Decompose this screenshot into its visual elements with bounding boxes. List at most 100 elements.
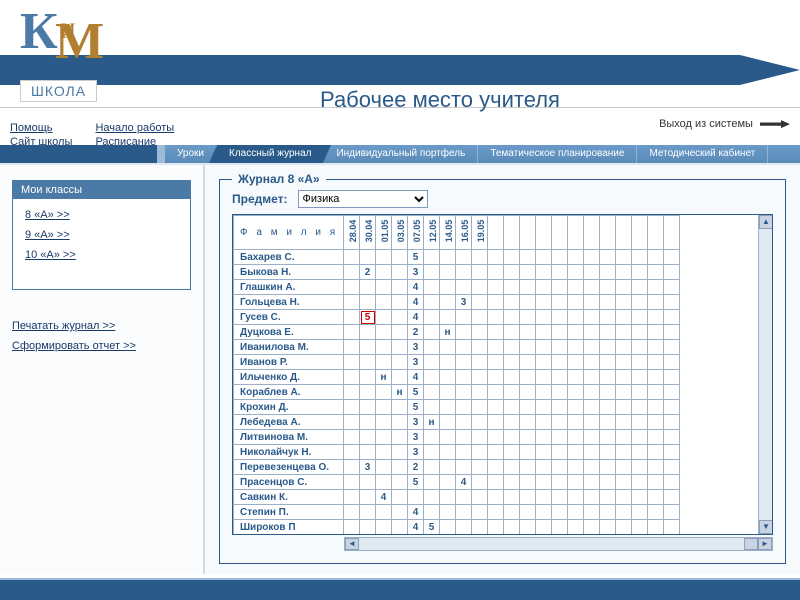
grade-cell[interactable] [536,505,552,520]
grade-cell[interactable] [568,340,584,355]
grade-cell[interactable] [632,340,648,355]
grade-cell[interactable] [632,430,648,445]
grade-cell[interactable] [616,400,632,415]
grade-cell[interactable] [392,400,408,415]
grade-cell[interactable] [664,355,680,370]
grade-cell[interactable]: 3 [408,430,424,445]
grade-cell[interactable] [456,460,472,475]
grade-cell[interactable] [552,385,568,400]
grade-cell[interactable] [456,490,472,505]
grade-cell[interactable] [584,355,600,370]
grade-cell[interactable]: 4 [456,475,472,490]
grade-cell[interactable] [472,340,488,355]
grade-cell[interactable] [648,430,664,445]
grade-cell[interactable] [376,400,392,415]
grade-cell[interactable] [376,460,392,475]
grade-cell[interactable] [472,520,488,535]
grade-cell[interactable] [584,340,600,355]
grade-cell[interactable] [344,415,360,430]
grade-cell[interactable] [664,430,680,445]
grade-cell[interactable] [440,385,456,400]
grade-cell[interactable] [600,520,616,535]
grade-cell[interactable] [488,355,504,370]
grade-cell[interactable]: н [424,415,440,430]
grade-cell[interactable] [456,310,472,325]
grade-cell[interactable] [440,340,456,355]
grade-cell[interactable] [536,265,552,280]
grade-cell[interactable] [504,520,520,535]
grade-cell[interactable] [568,445,584,460]
vertical-scrollbar[interactable]: ▲ ▼ [758,215,772,534]
grade-cell[interactable] [344,325,360,340]
grade-cell[interactable] [632,445,648,460]
grade-cell[interactable] [488,310,504,325]
grade-cell[interactable] [616,520,632,535]
grade-cell[interactable] [664,340,680,355]
grade-cell[interactable] [664,475,680,490]
grade-cell[interactable] [392,250,408,265]
grade-cell[interactable] [504,505,520,520]
grade-cell[interactable] [504,490,520,505]
grade-cell[interactable] [520,340,536,355]
grade-cell[interactable] [392,295,408,310]
grade-cell[interactable] [520,355,536,370]
grade-cell[interactable] [456,415,472,430]
scroll-up-button[interactable]: ▲ [759,215,773,229]
horizontal-scrollbar[interactable]: ◄ ► [344,537,773,551]
grade-cell[interactable] [568,520,584,535]
grade-cell[interactable] [552,325,568,340]
scroll-down-button[interactable]: ▼ [759,520,773,534]
grade-cell[interactable] [472,460,488,475]
grade-cell[interactable] [568,430,584,445]
grade-cell[interactable] [456,250,472,265]
grade-cell[interactable] [360,250,376,265]
grade-cell[interactable] [392,475,408,490]
grade-cell[interactable]: 4 [408,310,424,325]
grade-cell[interactable] [344,475,360,490]
grade-cell[interactable] [392,490,408,505]
grade-cell[interactable] [488,340,504,355]
grade-cell[interactable] [488,505,504,520]
grade-cell[interactable] [536,475,552,490]
grade-cell[interactable] [440,280,456,295]
grade-cell[interactable] [664,310,680,325]
tab-1[interactable]: Классный журнал [217,145,324,163]
grade-cell[interactable] [568,295,584,310]
grade-cell[interactable] [344,430,360,445]
grade-cell[interactable]: 5 [408,400,424,415]
grade-cell[interactable] [376,355,392,370]
grade-cell[interactable] [648,385,664,400]
grade-cell[interactable] [456,505,472,520]
grade-cell[interactable] [584,265,600,280]
grade-cell[interactable] [552,310,568,325]
grade-cell[interactable]: 4 [408,370,424,385]
grade-cell[interactable] [520,250,536,265]
grade-cell[interactable] [648,445,664,460]
grade-cell[interactable] [536,445,552,460]
grade-cell[interactable] [488,430,504,445]
grade-cell[interactable] [632,460,648,475]
grade-cell[interactable] [424,475,440,490]
grade-cell[interactable] [600,400,616,415]
grade-cell[interactable] [504,340,520,355]
grade-cell[interactable] [472,445,488,460]
grade-cell[interactable] [552,340,568,355]
grade-cell[interactable]: 3 [408,415,424,430]
grade-cell[interactable] [424,400,440,415]
grade-cell[interactable] [344,280,360,295]
grade-cell[interactable] [344,490,360,505]
grade-cell[interactable] [392,355,408,370]
grade-cell[interactable] [648,460,664,475]
grade-cell[interactable] [648,505,664,520]
grade-cell[interactable] [664,265,680,280]
grade-cell[interactable]: 4 [408,295,424,310]
grade-cell[interactable] [552,280,568,295]
grade-cell[interactable] [440,415,456,430]
grade-cell[interactable] [584,490,600,505]
grade-cell[interactable] [472,295,488,310]
grade-cell[interactable] [424,370,440,385]
grade-cell[interactable] [344,460,360,475]
grade-cell[interactable] [504,400,520,415]
grade-cell[interactable] [616,505,632,520]
grade-cell[interactable] [504,310,520,325]
